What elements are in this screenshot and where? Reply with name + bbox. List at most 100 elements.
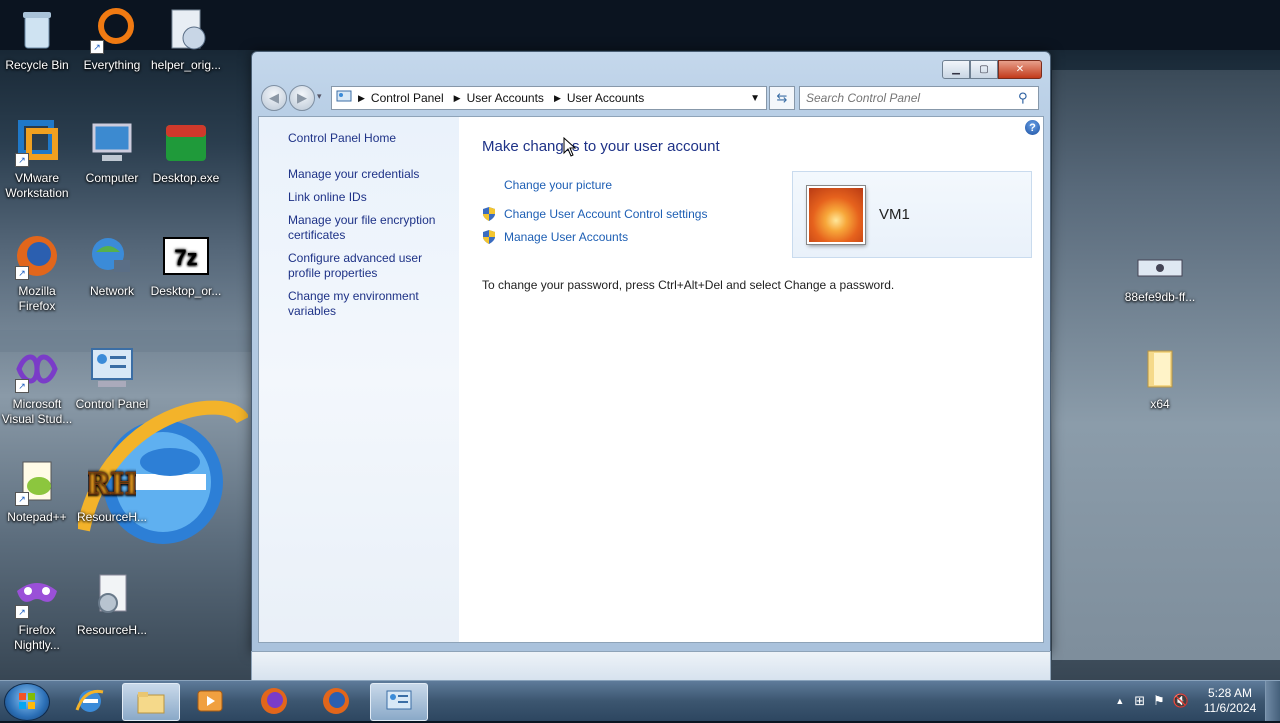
back-button[interactable]: ◀ xyxy=(261,85,287,111)
refresh-icon: ⇆ xyxy=(776,90,788,105)
media-player-icon xyxy=(197,690,223,712)
desktop-icon-folder-x64[interactable]: x64 xyxy=(1123,345,1197,412)
clock[interactable]: 5:28 AM 11/6/2024 xyxy=(1195,686,1265,716)
desktop-icon-firefox-nightly[interactable]: ↗ Firefox Nightly... xyxy=(0,571,74,653)
desktop-icon-label: ResourceH... xyxy=(76,623,148,637)
recycle-bin-icon xyxy=(13,6,61,54)
start-button[interactable] xyxy=(4,683,50,721)
refresh-button[interactable]: ⇆ xyxy=(769,86,795,110)
helper-icon xyxy=(162,6,210,54)
recent-pages-dropdown-icon[interactable]: ▾ xyxy=(317,91,322,102)
resource-hacker-config-icon xyxy=(88,571,136,619)
volume-muted-icon[interactable]: 🔇 xyxy=(1173,693,1189,709)
background-window-strip xyxy=(251,651,1051,682)
user-avatar[interactable] xyxy=(807,186,865,244)
breadcrumb-user-accounts[interactable]: User Accounts xyxy=(467,91,544,105)
taskbar: ▲ ⊞ ⚑ 🔇 5:28 AM 11/6/2024 xyxy=(0,680,1280,721)
firefox-icon: ↗ xyxy=(13,232,61,280)
folder-icon xyxy=(137,692,165,714)
breadcrumb-user-accounts-current[interactable]: User Accounts xyxy=(567,91,644,105)
shortcut-arrow-icon: ↗ xyxy=(15,379,29,393)
help-icon[interactable]: ? xyxy=(1025,120,1040,135)
desktop-icon-label: VMware Workstation xyxy=(5,171,69,200)
breadcrumb-separator-icon: ▶ xyxy=(553,92,561,103)
page-title: Make changes to your user account xyxy=(482,138,720,155)
desktop-icon-7zip[interactable]: 7z Desktop_or... xyxy=(149,232,223,299)
action-center-flag-icon[interactable]: ⚑ xyxy=(1153,693,1165,709)
taskbar-control-panel[interactable] xyxy=(370,683,428,721)
network-tray-icon[interactable]: ⊞ xyxy=(1134,693,1145,709)
search-input[interactable] xyxy=(800,90,1018,106)
forward-button[interactable]: ▶ xyxy=(289,85,315,111)
desktop-icon-label: Mozilla Firefox xyxy=(18,284,56,313)
desktop-icon-notepadpp[interactable]: ↗ Notepad++ xyxy=(0,458,74,525)
search-icon[interactable]: ⚲ xyxy=(1018,90,1028,106)
desktop-icon-label: Notepad++ xyxy=(7,510,67,524)
uac-shield-icon xyxy=(483,207,495,221)
breadcrumb-separator-icon: ▶ xyxy=(358,92,365,103)
taskbar-media-player[interactable] xyxy=(182,683,238,719)
desktop-icon-visual-studio[interactable]: ↗ Microsoft Visual Stud... xyxy=(0,345,74,427)
desktop-icon-everything[interactable]: ↗ Everything xyxy=(75,6,149,73)
desktop-icon-label: Firefox Nightly... xyxy=(14,623,60,652)
left-task-pane: Control Panel Home Manage your credentia… xyxy=(259,117,459,642)
minimize-button[interactable]: ▁ xyxy=(942,60,970,79)
manage-credentials-link[interactable]: Manage your credentials xyxy=(288,167,448,182)
taskbar-firefox[interactable] xyxy=(246,683,302,719)
desktop-icon-label: Everything xyxy=(83,58,141,72)
desktop-icon-desktop-exe[interactable]: Desktop.exe xyxy=(149,119,223,186)
minimize-icon: ▁ xyxy=(952,64,960,75)
desktop-icon-resource-hacker[interactable]: RH ResourceH... xyxy=(75,458,149,525)
folder-icon xyxy=(1136,345,1184,393)
uac-shield-icon xyxy=(483,230,495,244)
desktop-icon-label: Desktop_or... xyxy=(150,284,222,298)
computer-icon xyxy=(88,119,136,167)
desktop-icon-firefox[interactable]: ↗ Mozilla Firefox xyxy=(0,232,74,314)
forward-arrow-icon: ▶ xyxy=(297,90,307,105)
window-content: Control Panel Home Manage your credentia… xyxy=(258,116,1044,643)
control-panel-small-icon xyxy=(336,90,352,107)
address-bar[interactable]: ▶ Control Panel ▶ User Accounts ▶ User A… xyxy=(331,86,767,110)
manage-user-accounts-link[interactable]: Manage User Accounts xyxy=(504,230,628,244)
desktop-icon-helper[interactable]: helper_orig... xyxy=(149,6,223,73)
desktop-icon-label: Network xyxy=(89,284,134,298)
address-dropdown-icon[interactable]: ▼ xyxy=(750,93,760,104)
advanced-profile-properties-link[interactable]: Configure advanced user profile properti… xyxy=(288,251,448,281)
7zip-icon: 7z xyxy=(162,232,210,280)
clock-date: 11/6/2024 xyxy=(1203,701,1257,715)
control-panel-icon xyxy=(386,690,412,710)
firefox-icon xyxy=(323,688,349,714)
navigation-bar: ◀ ▶ ▾ ▶ Control Panel ▶ User Accounts ▶ … xyxy=(259,84,1042,111)
desktop-icon-recycle-bin[interactable]: Recycle Bin xyxy=(0,6,74,73)
back-arrow-icon: ◀ xyxy=(269,90,279,105)
desktop-icon-file[interactable]: 88efe9db-ff... xyxy=(1123,258,1197,305)
taskbar-explorer[interactable] xyxy=(122,683,180,721)
desktop-icon-network[interactable]: Network xyxy=(75,232,149,299)
windows-logo-icon xyxy=(19,693,35,709)
show-hidden-icons-icon[interactable]: ▲ xyxy=(1115,696,1124,706)
search-box: ⚲ xyxy=(799,86,1039,110)
resource-hacker-icon: RH xyxy=(85,458,139,506)
desktop-icon-control-panel[interactable]: Control Panel xyxy=(75,345,149,412)
main-pane: ? Make changes to your user account Chan… xyxy=(459,117,1043,642)
environment-variables-link[interactable]: Change my environment variables xyxy=(288,289,448,319)
file-encryption-certificates-link[interactable]: Manage your file encryption certificates xyxy=(288,213,448,243)
user-name: VM1 xyxy=(879,206,910,223)
close-button[interactable]: ✕ xyxy=(998,60,1042,79)
maximize-button[interactable]: ▢ xyxy=(970,60,998,79)
control-panel-window: ▁ ▢ ✕ ◀ ▶ ▾ ▶ Control Panel ▶ User Accou… xyxy=(251,51,1051,653)
desktop-icon-resource-hacker-config[interactable]: ResourceH... xyxy=(75,571,149,638)
desktop-icon-vmware[interactable]: ↗ VMware Workstation xyxy=(0,119,74,201)
taskbar-internet-explorer[interactable] xyxy=(62,683,118,719)
taskbar-firefox-2[interactable] xyxy=(308,683,364,719)
change-picture-link[interactable]: Change your picture xyxy=(504,178,612,192)
breadcrumb-control-panel[interactable]: Control Panel xyxy=(371,91,444,105)
desktop-icon-label: Desktop.exe xyxy=(152,171,220,185)
control-panel-home-link[interactable]: Control Panel Home xyxy=(288,131,448,146)
maximize-icon: ▢ xyxy=(979,64,989,75)
desktop-icon-label: helper_orig... xyxy=(150,58,222,72)
uac-settings-link[interactable]: Change User Account Control settings xyxy=(504,207,707,221)
show-desktop-button[interactable] xyxy=(1265,681,1280,721)
link-online-ids-link[interactable]: Link online IDs xyxy=(288,190,448,205)
desktop-icon-computer[interactable]: Computer xyxy=(75,119,149,186)
